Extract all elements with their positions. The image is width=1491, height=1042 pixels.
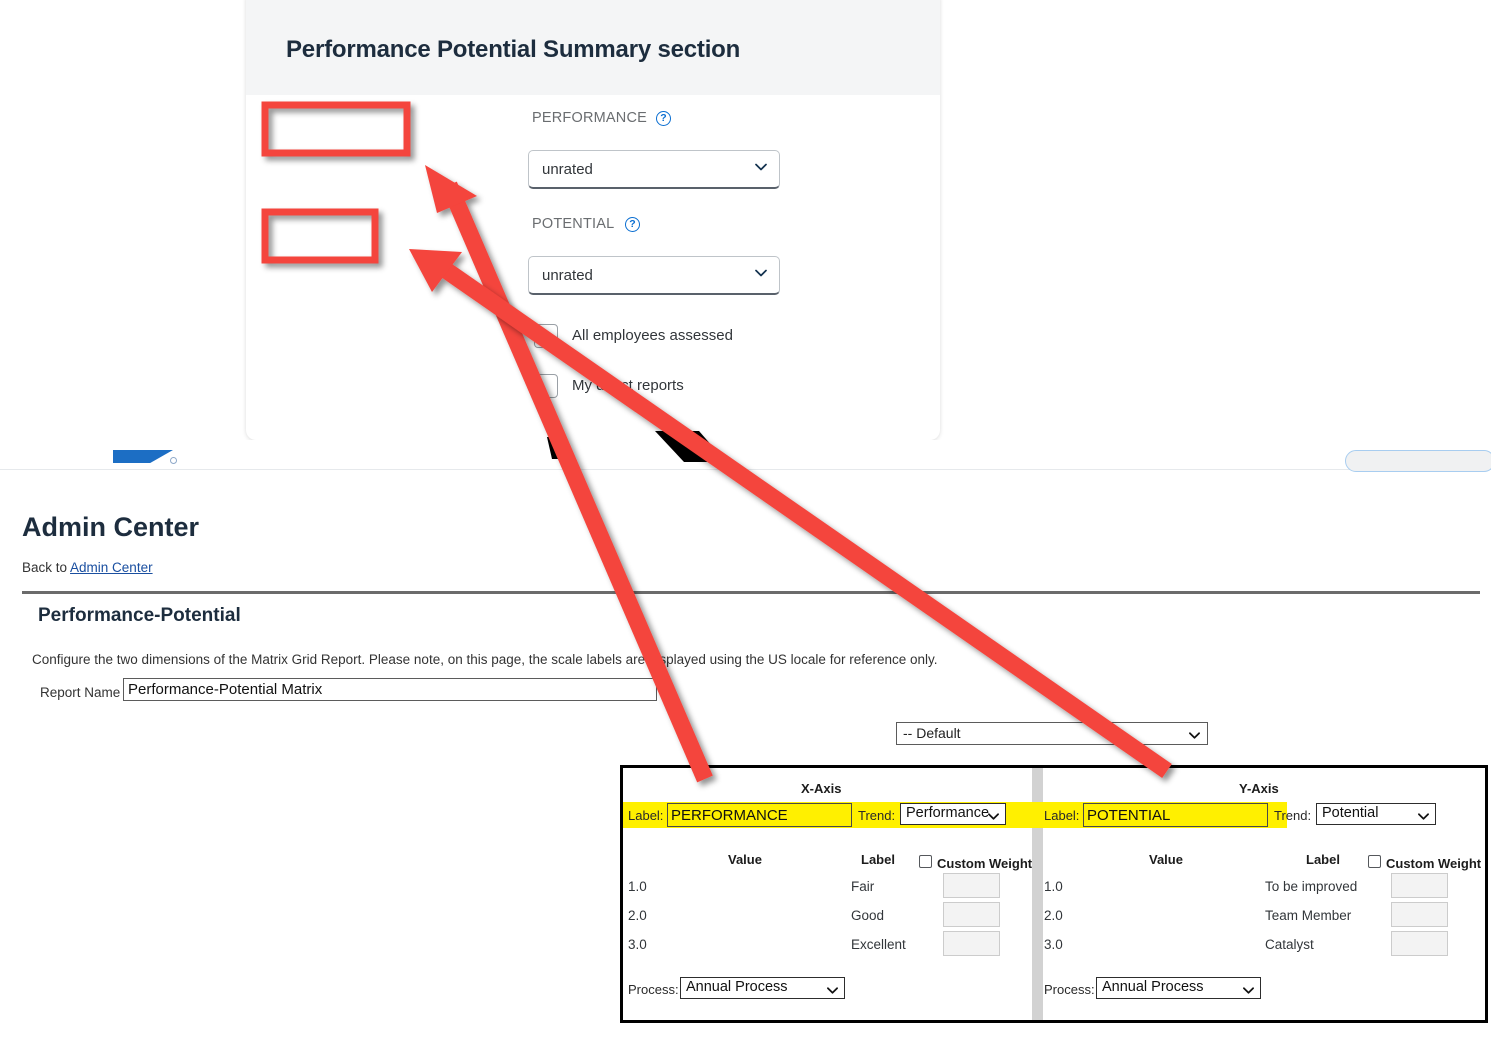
breadcrumb: Back to Admin Center <box>22 560 153 575</box>
x-axis-custom-weight-label: Custom Weight <box>937 856 1033 871</box>
page-title: Performance Potential Summary section <box>286 36 741 63</box>
screenshot-root: Performance Potential Summary section PE… <box>0 0 1491 1042</box>
potential-dropdown-value: unrated <box>542 267 593 284</box>
potential-dropdown[interactable]: unrated <box>528 256 780 295</box>
x-axis-process-value: Annual Process <box>686 979 788 995</box>
admin-center-window: Admin Center Back to Admin Center Perfor… <box>0 440 1491 1042</box>
y-axis-col-value-header: Value <box>1149 852 1183 867</box>
chevron-down-icon <box>755 267 767 279</box>
y-axis-row-value: 3.0 <box>1044 937 1063 952</box>
x-axis-title: X-Axis <box>801 781 842 796</box>
search-input[interactable] <box>1345 450 1491 472</box>
x-axis-row-value: 2.0 <box>628 908 647 923</box>
y-axis-row-value: 1.0 <box>1044 879 1063 894</box>
y-axis-row-value: 2.0 <box>1044 908 1063 923</box>
x-axis-process-caption: Process: <box>628 982 679 997</box>
chevron-down-icon <box>827 983 838 994</box>
performance-field-label: PERFORMANCE <box>532 110 647 126</box>
x-axis-row-value: 1.0 <box>628 879 647 894</box>
breadcrumb-link-admin-center[interactable]: Admin Center <box>70 560 153 575</box>
x-axis-row-label: Good <box>851 908 885 923</box>
chevron-down-icon <box>1189 728 1200 739</box>
y-axis-row-weight-input[interactable] <box>1391 902 1448 927</box>
y-axis-label-caption: Label: <box>1044 808 1080 823</box>
template-select[interactable]: -- Default <box>896 722 1208 745</box>
x-axis-col-value-header: Value <box>728 852 762 867</box>
x-axis-trend-select[interactable]: Performance <box>900 803 1006 825</box>
y-axis-col-label-header: Label <box>1306 852 1340 867</box>
x-axis-label-input[interactable] <box>667 803 852 827</box>
y-axis-row-label: Team Member <box>1265 908 1352 923</box>
x-axis-process-select[interactable]: Annual Process <box>680 977 845 999</box>
y-axis-row-weight-input[interactable] <box>1391 931 1448 956</box>
chevron-down-icon <box>1243 983 1254 994</box>
y-axis-trend-value: Potential <box>1322 805 1379 821</box>
question-mark-circle-icon[interactable]: ? <box>656 111 671 126</box>
y-axis-process-value: Annual Process <box>1102 979 1204 995</box>
section-title: Performance-Potential <box>38 605 241 626</box>
matrix-axis-configuration-panel: X-Axis Label: Trend: Performance Value L… <box>620 765 1488 1023</box>
x-axis-row-value: 3.0 <box>628 937 647 952</box>
checkbox-label: All employees assessed <box>572 327 733 344</box>
x-axis-pane: X-Axis Label: Trend: Performance Value L… <box>623 768 1033 1020</box>
y-axis-row-weight-input[interactable] <box>1391 873 1448 898</box>
question-mark-circle-icon[interactable]: ? <box>625 217 640 232</box>
y-axis-custom-weight-checkbox[interactable] <box>1368 855 1381 868</box>
checkbox-box[interactable] <box>534 324 558 348</box>
x-axis-row-label: Fair <box>851 879 875 894</box>
breadcrumb-prefix: Back to <box>22 560 71 575</box>
x-axis-trend-value: Performance <box>906 805 990 821</box>
x-axis-row-weight-input[interactable] <box>943 873 1000 898</box>
y-axis-row-label: Catalyst <box>1265 937 1314 952</box>
y-axis-row-label: To be improved <box>1265 879 1358 894</box>
x-axis-custom-weight-checkbox[interactable] <box>919 855 932 868</box>
sap-logo <box>113 450 173 463</box>
y-axis-custom-weight-label: Custom Weight <box>1386 856 1482 871</box>
performance-dropdown[interactable]: unrated <box>528 150 780 189</box>
chevron-down-icon <box>755 161 767 173</box>
x-axis-row-weight-input[interactable] <box>943 902 1000 927</box>
y-axis-process-caption: Process: <box>1044 982 1095 997</box>
y-axis-title: Y-Axis <box>1239 781 1279 796</box>
checkbox-box[interactable] <box>534 374 558 398</box>
checkbox-label: My direct reports <box>572 377 684 394</box>
section-divider <box>22 591 1480 594</box>
chevron-down-icon <box>988 809 999 820</box>
chevron-down-icon <box>1418 809 1429 820</box>
x-axis-label-caption: Label: <box>628 808 664 823</box>
admin-center-title: Admin Center <box>22 512 200 542</box>
template-select-value: -- Default <box>903 725 961 741</box>
section-description: Configure the two dimensions of the Matr… <box>32 652 938 667</box>
report-name-label: Report Name <box>40 685 121 700</box>
x-axis-trend-caption: Trend: <box>858 808 896 823</box>
potential-field-label: POTENTIAL <box>532 216 615 232</box>
x-axis-col-label-header: Label <box>861 852 895 867</box>
app-top-bar <box>0 440 1491 472</box>
registered-mark-icon <box>170 457 177 464</box>
y-axis-process-select[interactable]: Annual Process <box>1096 977 1261 999</box>
y-axis-pane: Y-Axis Label: Trend: Potential Value Lab… <box>1032 768 1488 1020</box>
x-axis-row-label: Excellent <box>851 937 906 952</box>
y-axis-label-input[interactable] <box>1083 803 1268 827</box>
performance-dropdown-value: unrated <box>542 161 593 178</box>
performance-potential-summary-card: Performance Potential Summary section PE… <box>246 0 940 440</box>
y-axis-trend-select[interactable]: Potential <box>1316 803 1436 825</box>
report-name-input[interactable] <box>123 678 657 701</box>
y-axis-trend-caption: Trend: <box>1274 808 1312 823</box>
x-axis-row-weight-input[interactable] <box>943 931 1000 956</box>
